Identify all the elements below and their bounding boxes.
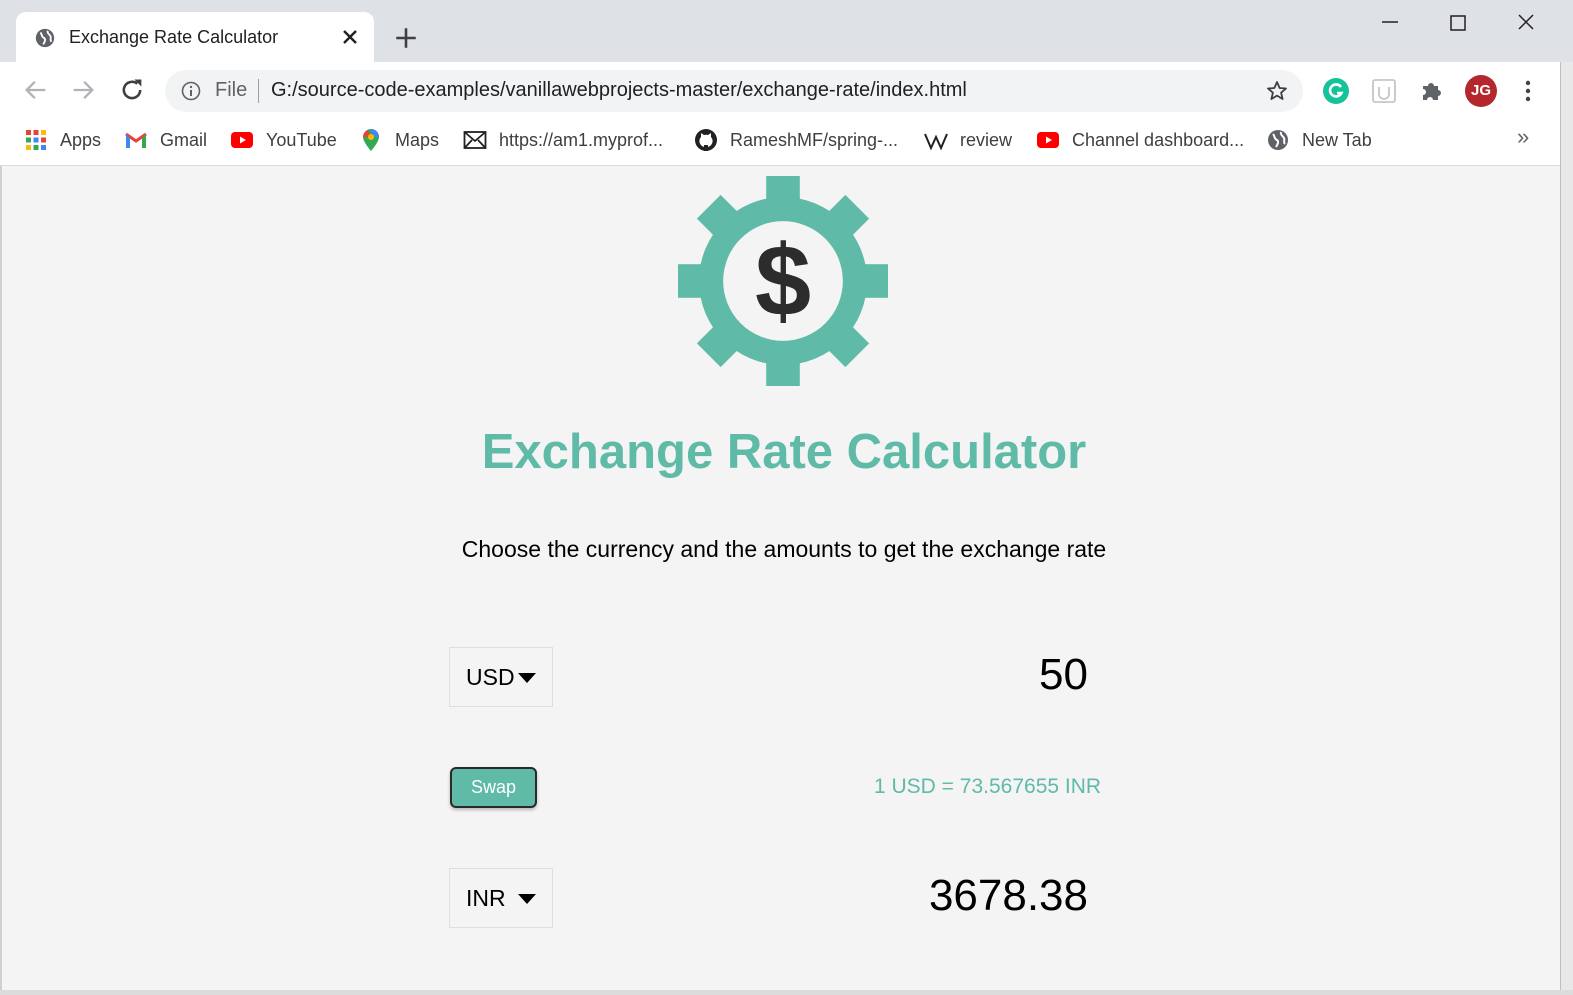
bookmark-label: RameshMF/spring-... [730,129,899,150]
youtube-icon [231,132,253,148]
browser-tab[interactable]: Exchange Rate Calculator [16,12,374,64]
bookmark-label: https://am1.myprof... [499,129,664,150]
bookmark-am1[interactable]: https://am1.myprof... [463,126,663,154]
bookmark-label: Gmail [160,129,208,150]
bookmark-youtube[interactable]: YouTube [230,126,337,154]
mail-envelope-icon [463,131,487,149]
back-arrow-icon[interactable] [22,76,50,104]
bookmark-channel-dashboard[interactable]: Channel dashboard... [1036,126,1244,154]
bookmark-label: Apps [60,129,102,150]
bookmark-maps[interactable]: Maps [359,126,439,154]
pocket-extension-icon[interactable] [1370,77,1398,105]
svg-text:$: $ [755,226,811,338]
currency-one-code: USD [466,664,515,690]
github-icon [695,129,717,151]
youtube-icon [1037,132,1059,148]
grammarly-icon[interactable] [1322,77,1350,105]
address-bar[interactable]: File G:/source-code-examples/vanillawebp… [165,70,1303,112]
close-tab-icon[interactable] [338,25,362,49]
bookmark-github[interactable]: RameshMF/spring-... [694,126,898,154]
url-scheme: File [215,79,248,101]
page-subtitle: Choose the currency and the amounts to g… [461,536,1107,562]
new-tab-icon[interactable] [393,25,419,51]
currency-two-code: INR [466,885,506,911]
gmail-icon [125,132,147,148]
window-left-edge [0,166,2,995]
bookmarks-bar: Apps Gmail YouTube Maps https://am1.mypr… [0,118,1573,166]
apps-grid-icon [26,130,46,150]
extensions-puzzle-icon[interactable] [1418,77,1446,105]
globe-icon [1268,130,1288,150]
bookmark-label: Channel dashboard... [1072,129,1245,150]
bookmark-label: Maps [395,129,440,150]
caret-down-icon [518,673,536,683]
browser-toolbar: File G:/source-code-examples/vanillawebp… [0,62,1573,118]
bookmark-review[interactable]: review [924,126,1012,154]
page-title: Exchange Rate Calculator [481,425,1087,479]
more-menu-icon[interactable] [1516,78,1540,104]
bookmark-label: YouTube [266,129,337,150]
background-window-edge [1560,62,1573,995]
bookmark-label: review [960,129,1013,150]
bookmark-apps[interactable]: Apps [24,126,101,154]
window-bottom-edge [0,990,1573,995]
bookmark-label: New Tab [1302,129,1372,150]
browser-chrome: Exchange Rate Calculator File G:/source-… [0,0,1573,166]
omnibox-divider [258,79,259,103]
currency-two-select[interactable]: INR [449,868,553,928]
tab-title: Exchange Rate Calculator [69,27,279,47]
bookmark-star-icon[interactable] [1265,79,1289,103]
app-page: $ Exchange Rate Calculator Choose the cu… [2,166,1560,990]
bookmark-new-tab[interactable]: New Tab [1266,126,1372,154]
info-icon[interactable] [181,81,201,101]
maps-pin-icon [363,129,379,151]
amount-one-input[interactable]: 50 [1039,650,1088,700]
caret-down-icon [518,894,536,904]
bookmarks-overflow-chevron-icon[interactable]: » [1517,124,1529,150]
amount-two-input[interactable]: 3678.38 [929,871,1088,921]
close-window-icon[interactable] [1511,8,1541,38]
minimize-icon[interactable] [1375,8,1405,38]
globe-icon [35,28,55,48]
money-gear-logo-icon: $ [678,176,888,386]
currency-one-select[interactable]: USD [449,647,553,707]
tab-strip: Exchange Rate Calculator [0,0,1573,64]
reload-icon[interactable] [118,76,146,104]
profile-avatar[interactable]: JG [1465,75,1497,107]
bookmark-gmail[interactable]: Gmail [124,126,207,154]
forward-arrow-icon[interactable] [69,76,97,104]
exchange-rate-text: 1 USD = 73.567655 INR [874,775,1102,798]
swap-button[interactable]: Swap [450,767,537,808]
url-text[interactable]: G:/source-code-examples/vanillawebprojec… [271,79,967,102]
wikipedia-icon [924,133,948,151]
maximize-icon[interactable] [1443,8,1473,38]
